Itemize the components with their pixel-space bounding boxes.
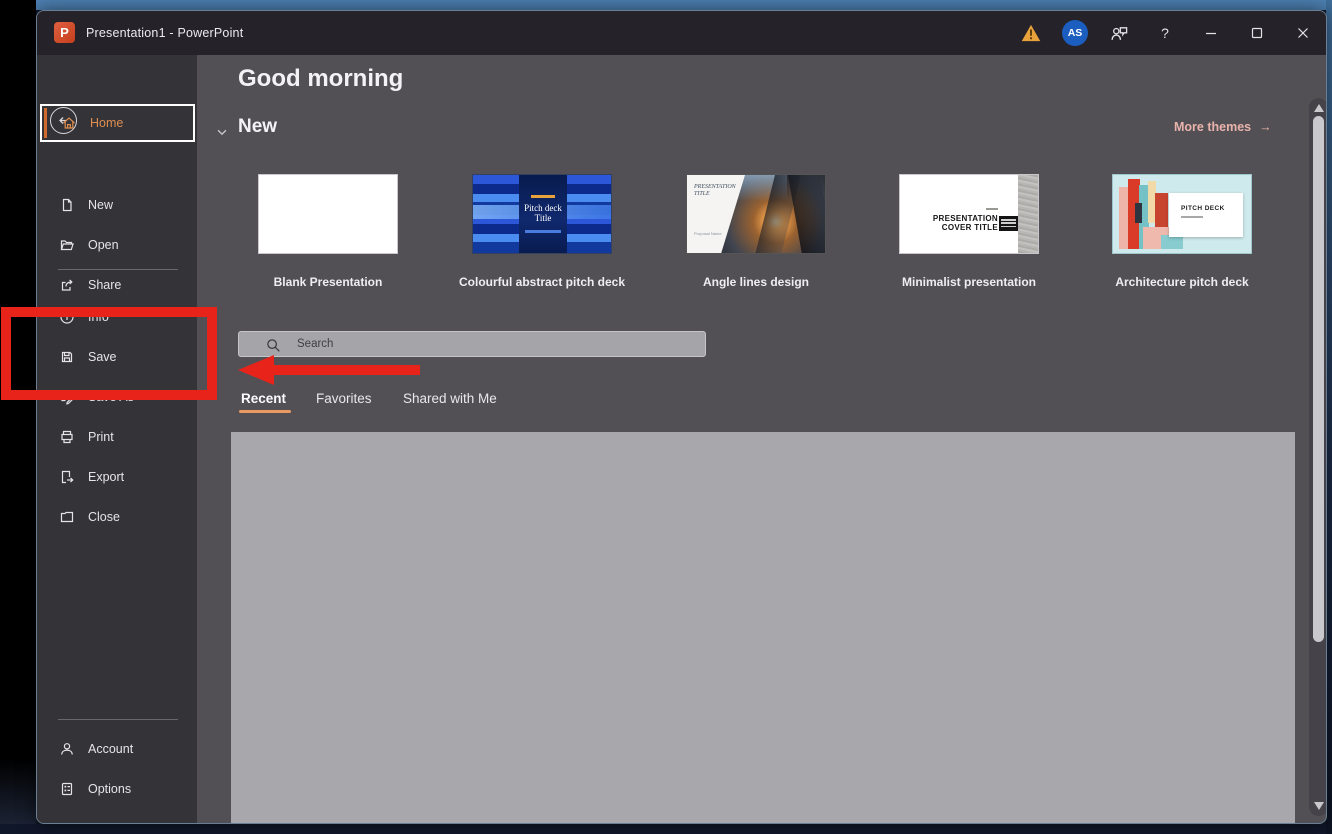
sidebar-item-info[interactable]: Info xyxy=(37,297,197,337)
scrollbar-thumb[interactable] xyxy=(1313,116,1324,642)
backstage-sidebar: Home New Open Share Info Save Save As xyxy=(37,55,197,824)
powerpoint-app-icon: P xyxy=(54,22,75,43)
thumb-title-text: Pitch deck Title xyxy=(519,203,567,223)
active-tab-underline xyxy=(239,410,291,413)
building-block-art xyxy=(1161,235,1183,249)
subtitle-bar-art xyxy=(525,230,561,233)
window-title: Presentation1 - PowerPoint xyxy=(86,11,243,55)
template-label[interactable]: Minimalist presentation xyxy=(869,275,1069,289)
scrollbar-up-arrow[interactable] xyxy=(1309,100,1327,116)
new-document-icon xyxy=(59,197,75,213)
sidebar-item-label: Export xyxy=(88,470,124,484)
sidebar-item-home[interactable]: Home xyxy=(40,104,195,142)
warning-icon[interactable] xyxy=(1016,18,1046,48)
sidebar-item-label: Open xyxy=(88,238,119,252)
sidebar-item-label: Save xyxy=(88,350,117,364)
subtitle-line-art xyxy=(1181,216,1203,218)
thumb-title-text: PITCH DECK xyxy=(1181,205,1225,212)
right-arrow-icon: → xyxy=(1259,120,1272,134)
cover-title-line2: COVER TITLE xyxy=(942,223,998,232)
desktop-bottom-strip xyxy=(0,824,1332,834)
template-colourful-abstract[interactable]: Pitch deck Title xyxy=(472,174,612,254)
thumb-title-text: PRESENTATIONCOVER TITLE xyxy=(908,215,998,232)
open-folder-icon xyxy=(59,237,75,253)
home-icon xyxy=(61,115,77,131)
scrollbar-down-arrow[interactable] xyxy=(1309,798,1327,814)
account-avatar[interactable]: AS xyxy=(1062,20,1088,46)
print-icon xyxy=(59,429,75,445)
template-angle-lines[interactable]: PRESENTATION TITLE Proposal Name xyxy=(686,174,826,254)
options-icon xyxy=(59,781,75,797)
sidebar-item-label: Info xyxy=(88,310,109,324)
tab-favorites[interactable]: Favorites xyxy=(316,391,372,406)
sidebar-item-save-as[interactable]: Save As xyxy=(37,377,197,417)
texture-strip-art xyxy=(1018,175,1039,254)
sidebar-item-label: Home xyxy=(90,116,123,130)
close-button[interactable] xyxy=(1288,18,1318,48)
sidebar-divider xyxy=(58,269,178,270)
recent-files-panel xyxy=(231,432,1295,824)
template-label[interactable]: Architecture pitch deck xyxy=(1082,275,1282,289)
building-block-art xyxy=(1135,203,1142,223)
sidebar-item-label: Account xyxy=(88,742,133,756)
more-themes-link[interactable]: More themes → xyxy=(1174,120,1272,134)
template-architecture[interactable]: PITCH DECK xyxy=(1112,174,1252,254)
sidebar-item-label: New xyxy=(88,198,113,212)
accent-bar-art xyxy=(531,195,555,198)
minimize-button[interactable] xyxy=(1196,18,1226,48)
white-card-art xyxy=(1169,193,1243,237)
more-themes-label: More themes xyxy=(1174,120,1251,134)
thumb-title-text: PRESENTATION TITLE xyxy=(694,184,738,198)
search-icon xyxy=(265,337,282,354)
sidebar-item-label: Save As xyxy=(88,390,134,404)
new-section-heading: New xyxy=(238,116,277,138)
sidebar-item-label: Share xyxy=(88,278,121,292)
sidebar-item-open[interactable]: Open xyxy=(37,225,197,265)
tab-shared-with-me[interactable]: Shared with Me xyxy=(403,391,497,406)
save-as-icon xyxy=(59,389,75,405)
sidebar-item-export[interactable]: Export xyxy=(37,457,197,497)
export-icon xyxy=(59,469,75,485)
sidebar-item-close[interactable]: Close xyxy=(37,497,197,537)
sidebar-item-options[interactable]: Options xyxy=(37,769,197,809)
template-minimalist[interactable]: PRESENTATIONCOVER TITLE xyxy=(899,174,1039,254)
greeting-heading: Good morning xyxy=(238,65,403,93)
info-icon xyxy=(59,309,75,325)
sidebar-item-print[interactable]: Print xyxy=(37,417,197,457)
account-icon xyxy=(59,741,75,757)
template-label[interactable]: Colourful abstract pitch deck xyxy=(442,275,642,289)
titlebar: P Presentation1 - PowerPoint AS ? xyxy=(37,11,1326,55)
sidebar-item-label: Close xyxy=(88,510,120,524)
sidebar-item-save[interactable]: Save xyxy=(37,337,197,377)
sidebar-item-label: Print xyxy=(88,430,114,444)
sidebar-item-label: Options xyxy=(88,782,131,796)
feedback-icon[interactable] xyxy=(1104,18,1134,48)
black-box-art xyxy=(999,216,1018,231)
close-file-icon xyxy=(59,509,75,525)
tab-recent[interactable]: Recent xyxy=(241,391,286,406)
template-blank-presentation[interactable] xyxy=(258,174,398,254)
search-box[interactable] xyxy=(238,331,706,357)
scrollbar[interactable] xyxy=(1309,98,1327,816)
desktop-left-strip xyxy=(0,0,36,824)
desktop-top-strip xyxy=(36,0,1332,10)
help-icon[interactable]: ? xyxy=(1150,18,1180,48)
template-label[interactable]: Blank Presentation xyxy=(228,275,428,289)
share-icon xyxy=(59,277,75,293)
maximize-button[interactable] xyxy=(1242,18,1272,48)
sidebar-item-new[interactable]: New xyxy=(37,185,197,225)
save-icon xyxy=(59,349,75,365)
chevron-down-icon[interactable] xyxy=(215,125,229,144)
thumb-subtitle-text: Proposal Name xyxy=(694,231,734,236)
sidebar-divider xyxy=(58,719,178,720)
search-input[interactable] xyxy=(297,332,692,356)
powerpoint-window: P Presentation1 - PowerPoint AS ? xyxy=(36,10,1327,824)
small-mark-art xyxy=(986,208,998,210)
sidebar-item-account[interactable]: Account xyxy=(37,729,197,769)
template-label[interactable]: Angle lines design xyxy=(656,275,856,289)
